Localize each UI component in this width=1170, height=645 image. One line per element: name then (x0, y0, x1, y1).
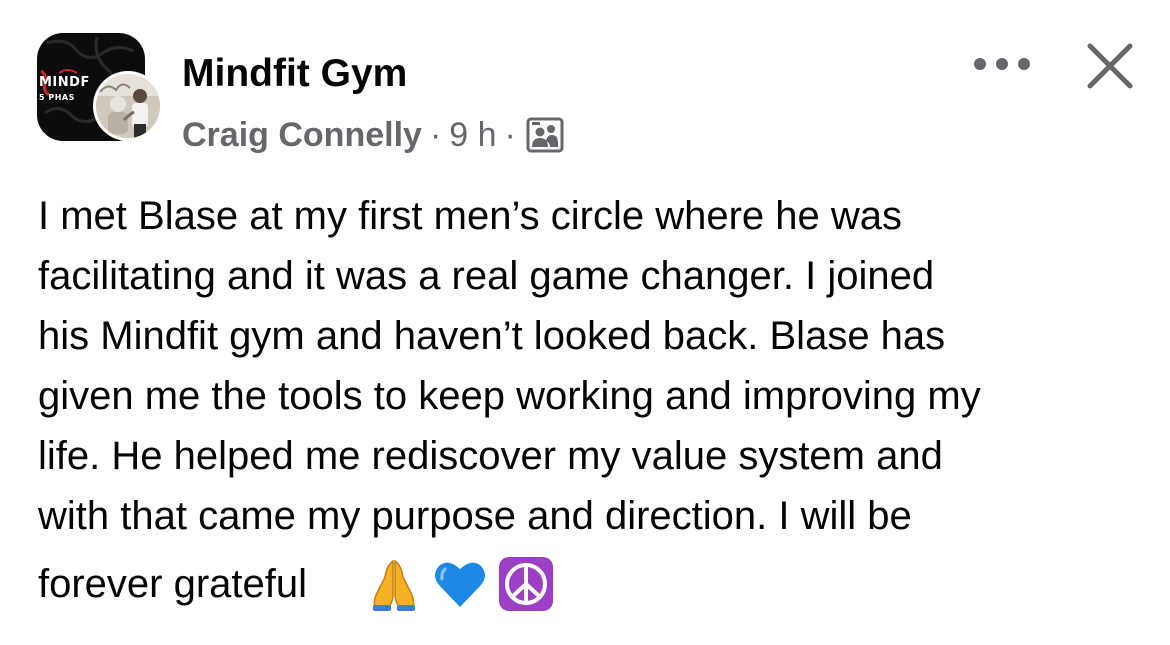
meta-separator: · (504, 115, 516, 154)
post-body: I met Blase at my first men’s circle whe… (38, 186, 1148, 546)
more-options-icon (1018, 58, 1030, 70)
post-text-line: his Mindfit gym and haven’t looked back.… (38, 314, 946, 358)
post-text-line: forever grateful (38, 561, 308, 606)
post-text-line: facilitating and it was a real game chan… (38, 254, 935, 298)
group-logo-subtext: 5 PHAS (39, 93, 75, 102)
meta-separator: · (429, 115, 442, 154)
post-last-line: forever grateful (38, 552, 555, 616)
author-name[interactable]: Craig Connelly (182, 116, 422, 155)
avatar-group[interactable]: MINDF 5 PHAS (37, 33, 163, 157)
post-text-line: given me the tools to keep working and i… (38, 374, 981, 418)
group-members-icon (526, 117, 564, 153)
post-time[interactable]: 9 h (449, 116, 496, 155)
post-meta: Craig Connelly · 9 h · (182, 112, 564, 158)
more-options-icon (996, 58, 1008, 70)
folded-hands-emoji (365, 555, 423, 613)
peace-symbol-emoji (497, 555, 555, 613)
group-logo-text: MINDF (39, 75, 90, 90)
close-button[interactable] (1082, 38, 1138, 94)
post-text-line: life. He helped me rediscover my value s… (38, 434, 943, 478)
group-name[interactable]: Mindfit Gym (182, 52, 407, 96)
more-options-icon (974, 58, 986, 70)
close-icon (1087, 43, 1133, 89)
post-text-line: I met Blase at my first men’s circle whe… (38, 194, 902, 238)
user-photo (96, 74, 160, 138)
blue-heart-emoji (431, 555, 489, 613)
more-options-button[interactable] (974, 52, 1030, 76)
post-card: MINDF 5 PHAS Mindfit Gym Craig Connelly … (0, 0, 1170, 645)
user-avatar[interactable] (93, 71, 163, 141)
profile-photo-icon (96, 74, 160, 138)
post-text-line: with that came my purpose and direction.… (38, 494, 912, 538)
